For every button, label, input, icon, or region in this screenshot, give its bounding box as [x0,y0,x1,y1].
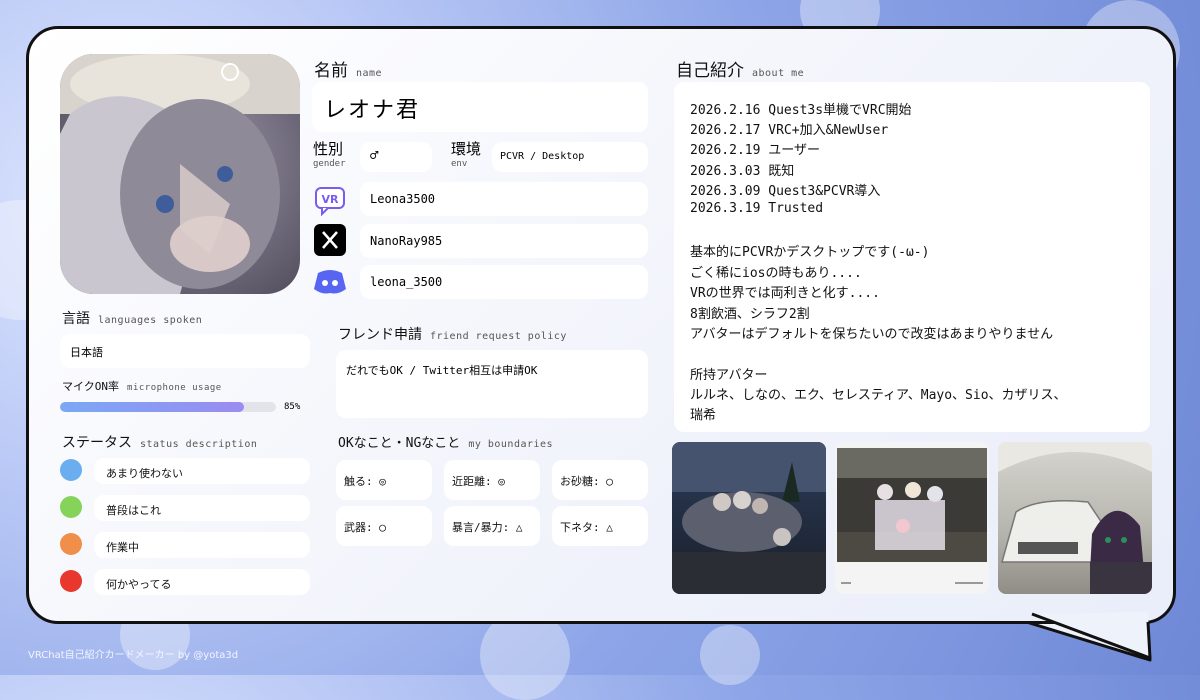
status-dot [60,459,82,481]
boundary-item: 暴言/暴力: △ [444,506,540,546]
about-line: 基本的にPCVRかデスクトップです(-ω-) [690,245,930,260]
about-line: 2026.2.17 VRC+加入&NewUser [690,123,889,138]
boundary-item: 下ネタ: △ [552,506,648,546]
about-line: ルルネ、しなの、エク、セレスティア、Mayo、Sio、カザリス、 [690,388,1067,403]
vrchat-id: Leona3500 [370,192,436,206]
mic-heading: マイクON率 microphone usage [62,378,222,394]
boundary-text: 触る: ◎ [344,475,386,488]
footer-credit: VRChat自己紹介カードメーカー by @yota3d [28,650,239,661]
status-text: 何かやってる [106,578,172,591]
about-sublabel: about me [752,68,805,79]
gender-value: ♂ [370,148,379,164]
gender-sublabel: gender [313,159,346,169]
boundaries-label: OKなこと・NGなこと [338,436,461,451]
status-dot [60,533,82,555]
photo-thumbnail [998,442,1152,594]
status-item: 何かやってる [94,569,310,595]
name-label: 名前 [314,61,348,81]
boundary-text: 武器: ◯ [344,521,386,534]
about-line: アバターはデフォルトを保ちたいので改変はあまりやりません [690,327,1054,342]
name-value: レオナ君 [324,98,421,123]
languages-heading: 言語 languages spoken [62,308,202,328]
mic-label: マイクON率 [62,380,120,393]
friend-label: フレンド申請 [338,327,422,343]
env-field: PCVR / Desktop [492,142,648,172]
name-heading: 名前 name [314,56,382,81]
friend-field: だれでもOK / Twitter相互は申請OK [336,350,648,418]
mic-progress-track [60,402,276,412]
x-id: NanoRay985 [370,234,443,248]
boundary-item: 触る: ◎ [336,460,432,500]
boundary-text: 近距離: ◎ [452,475,505,488]
friend-heading: フレンド申請 friend request policy [338,324,567,344]
about-line: 瑞希 [690,408,717,423]
status-text: あまり使わない [106,467,183,480]
status-dot [60,496,82,518]
about-line: 2026.2.19 ユーザー [690,143,821,158]
status-item: 普段はこれ [94,495,310,521]
boundary-text: 下ネタ: △ [560,521,613,534]
discord-id: leona_3500 [370,275,443,289]
boundary-text: 暴言/暴力: △ [452,521,523,534]
about-line: 2026.3.09 Quest3&PCVR導入 [690,184,881,199]
about-line: 2026.3.19 Trusted [690,201,824,216]
about-heading: 自己紹介 about me [676,56,804,81]
boundary-item: 武器: ◯ [336,506,432,546]
status-text: 作業中 [106,541,139,554]
about-line: VRの世界では両利きと化す.... [690,286,880,301]
photo-thumbnail [835,442,989,594]
about-line: 所持アバター [690,368,768,383]
env-label: 環境 [451,140,482,158]
about-line: 2026.2.16 Quest3s単機でVRC開始 [690,103,912,118]
about-panel: 2026.2.16 Quest3s単機でVRC開始 2026.2.17 VRC+… [674,82,1150,432]
status-text: 普段はこれ [106,504,161,517]
name-sublabel: name [356,68,383,79]
env-heading: 環境 env [451,142,481,169]
status-item: 作業中 [94,532,310,558]
boundaries-sublabel: my boundaries [468,439,554,450]
photo-thumbnail [672,442,826,594]
speech-bubble-tail-fill [1031,612,1152,660]
languages-value: 日本語 [70,346,103,359]
mic-percent: 85% [284,402,301,412]
gender-heading: 性別 gender [313,142,346,169]
boundary-text: お砂糖: ◯ [560,475,613,488]
friend-value: だれでもOK / Twitter相互は申請OK [346,364,538,377]
env-sublabel: env [451,159,468,169]
env-value: PCVR / Desktop [500,151,585,162]
discord-icon [312,265,348,297]
bokeh-circle [700,625,760,685]
boundaries-heading: OKなこと・NGなこと my boundaries [338,432,553,451]
mic-progress-fill [60,402,244,412]
languages-field: 日本語 [60,334,310,368]
friend-sublabel: friend request policy [430,331,567,342]
about-line: 2026.3.03 既知 [690,164,795,179]
avatar [60,54,300,294]
name-field: レオナ君 [312,82,648,132]
status-dot [60,570,82,592]
account-row: NanoRay985 [360,224,648,258]
account-row: leona_3500 [360,265,648,299]
vrchat-icon: VR [314,184,346,217]
about-line: ごく稀にiosの時もあり.... [690,266,862,281]
about-label: 自己紹介 [676,61,744,81]
languages-label: 言語 [62,311,90,327]
account-row: Leona3500 [360,182,648,216]
boundary-item: お砂糖: ◯ [552,460,648,500]
mic-sublabel: microphone usage [127,383,222,393]
boundary-item: 近距離: ◎ [444,460,540,500]
status-sublabel: status description [140,439,258,450]
x-icon [314,224,346,256]
status-item: あまり使わない [94,458,310,484]
status-heading: ステータス status description [62,432,257,452]
svg-text:VR: VR [322,193,340,206]
languages-sublabel: languages spoken [98,315,203,326]
status-label: ステータス [62,435,132,451]
gender-label: 性別 [313,140,344,158]
about-line: 8割飲酒、シラフ2割 [690,307,810,322]
gender-field: ♂ [360,142,432,172]
